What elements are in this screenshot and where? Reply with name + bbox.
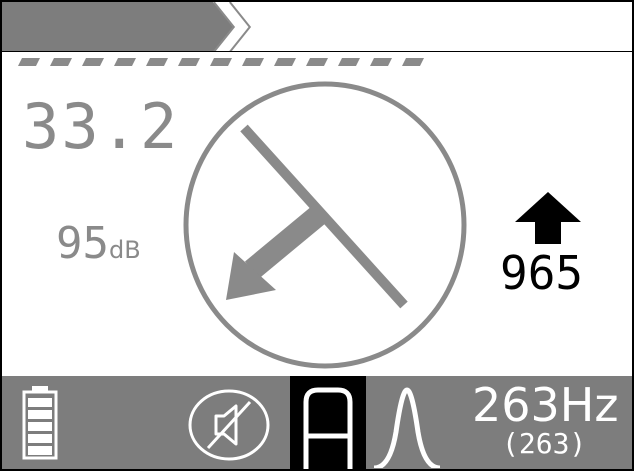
peak-response-icon	[370, 382, 444, 468]
signal-strength-readout: 95dB	[56, 222, 141, 266]
arrow-up-icon	[515, 192, 581, 244]
status-bar: 263Hz (263)	[2, 376, 632, 469]
progress-bar	[2, 2, 632, 52]
direction-arrow-icon	[226, 203, 330, 300]
battery-icon	[22, 386, 58, 460]
frequency-readout: 263Hz	[472, 378, 619, 432]
guide-value: 965	[500, 246, 584, 300]
progress-track	[2, 2, 632, 52]
frequency-channel: (263)	[502, 427, 587, 460]
speaker-muted-icon	[186, 388, 272, 462]
signal-unit: dB	[108, 236, 141, 264]
signal-dash-line	[14, 58, 434, 66]
progress-fill	[2, 2, 233, 52]
locator-screen: 33.2 95dB 965 263Hz (263)	[0, 0, 634, 471]
depth-readout: 33.2	[22, 90, 180, 163]
signal-value: 95	[56, 218, 109, 269]
locate-mode-icon	[290, 376, 366, 469]
direction-compass	[182, 80, 468, 370]
